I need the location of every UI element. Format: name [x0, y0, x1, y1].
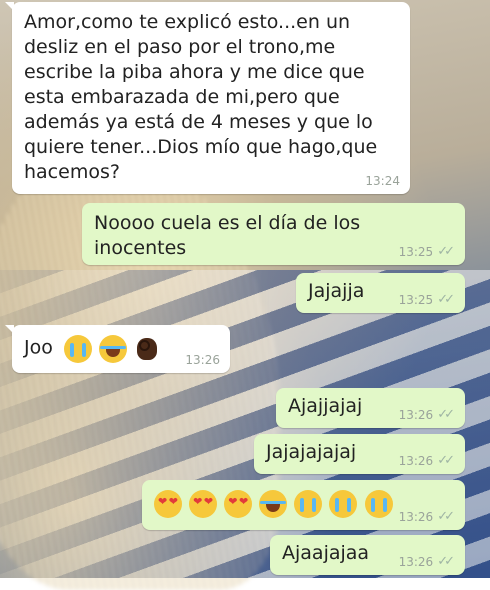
message-outgoing[interactable]: Jajajajajaj 13:26 ✓✓ — [254, 434, 465, 474]
read-check-icon: ✓✓ — [437, 292, 455, 307]
message-meta: 13:25 ✓✓ — [399, 244, 455, 259]
heart-eyes-icon — [189, 490, 218, 518]
read-check-icon: ✓✓ — [437, 509, 455, 524]
loudly-crying-face-icon — [329, 490, 358, 518]
heart-eyes-icon — [224, 490, 253, 518]
message-meta: 13:26 ✓✓ — [399, 554, 455, 569]
message-meta: 13:26 ✓✓ — [399, 509, 455, 524]
read-check-icon: ✓✓ — [437, 554, 455, 569]
message-meta: 13:24 — [365, 174, 400, 188]
message-meta: 13:26 ✓✓ — [399, 407, 455, 422]
message-outgoing[interactable]: Ajaajajaa 13:26 ✓✓ — [270, 535, 465, 575]
message-time: 13:25 — [398, 244, 434, 259]
message-meta: 13:26 ✓✓ — [399, 453, 455, 468]
loudly-crying-face-icon — [63, 335, 92, 363]
face-with-tears-of-joy-icon — [99, 335, 128, 363]
message-time: 13:26 — [398, 407, 434, 422]
read-check-icon: ✓✓ — [437, 407, 455, 422]
message-time: 13:26 — [398, 554, 434, 569]
message-time: 13:26 — [185, 353, 220, 367]
message-text: Amor,como te explicó esto...en un desliz… — [24, 11, 378, 183]
message-time: 13:26 — [398, 509, 434, 524]
message-incoming[interactable]: Joo 13:26 — [5, 325, 230, 373]
message-time: 13:24 — [365, 174, 400, 188]
message-meta: 13:25 ✓✓ — [399, 292, 455, 307]
message-outgoing[interactable]: Ajajjajaj 13:26 ✓✓ — [276, 388, 465, 428]
message-outgoing[interactable]: Jajajja 13:25 ✓✓ — [296, 273, 465, 313]
message-time: 13:25 — [398, 292, 434, 307]
read-check-icon: ✓✓ — [437, 453, 455, 468]
loudly-crying-face-icon — [364, 490, 393, 518]
message-outgoing[interactable]: 13:26 ✓✓ — [142, 480, 465, 530]
face-with-tears-of-joy-icon — [259, 490, 288, 518]
message-text: Joo — [24, 336, 53, 359]
message-outgoing[interactable]: Noooo cuela es el día de los inocentes 1… — [82, 203, 465, 265]
read-check-icon: ✓✓ — [437, 244, 455, 259]
loudly-crying-face-icon — [294, 490, 323, 518]
message-meta: 13:26 — [185, 353, 220, 367]
ok-hand-icon — [134, 335, 160, 363]
heart-eyes-icon — [154, 490, 182, 518]
message-incoming[interactable]: Amor,como te explicó esto...en un desliz… — [5, 2, 410, 194]
message-time: 13:26 — [398, 453, 434, 468]
